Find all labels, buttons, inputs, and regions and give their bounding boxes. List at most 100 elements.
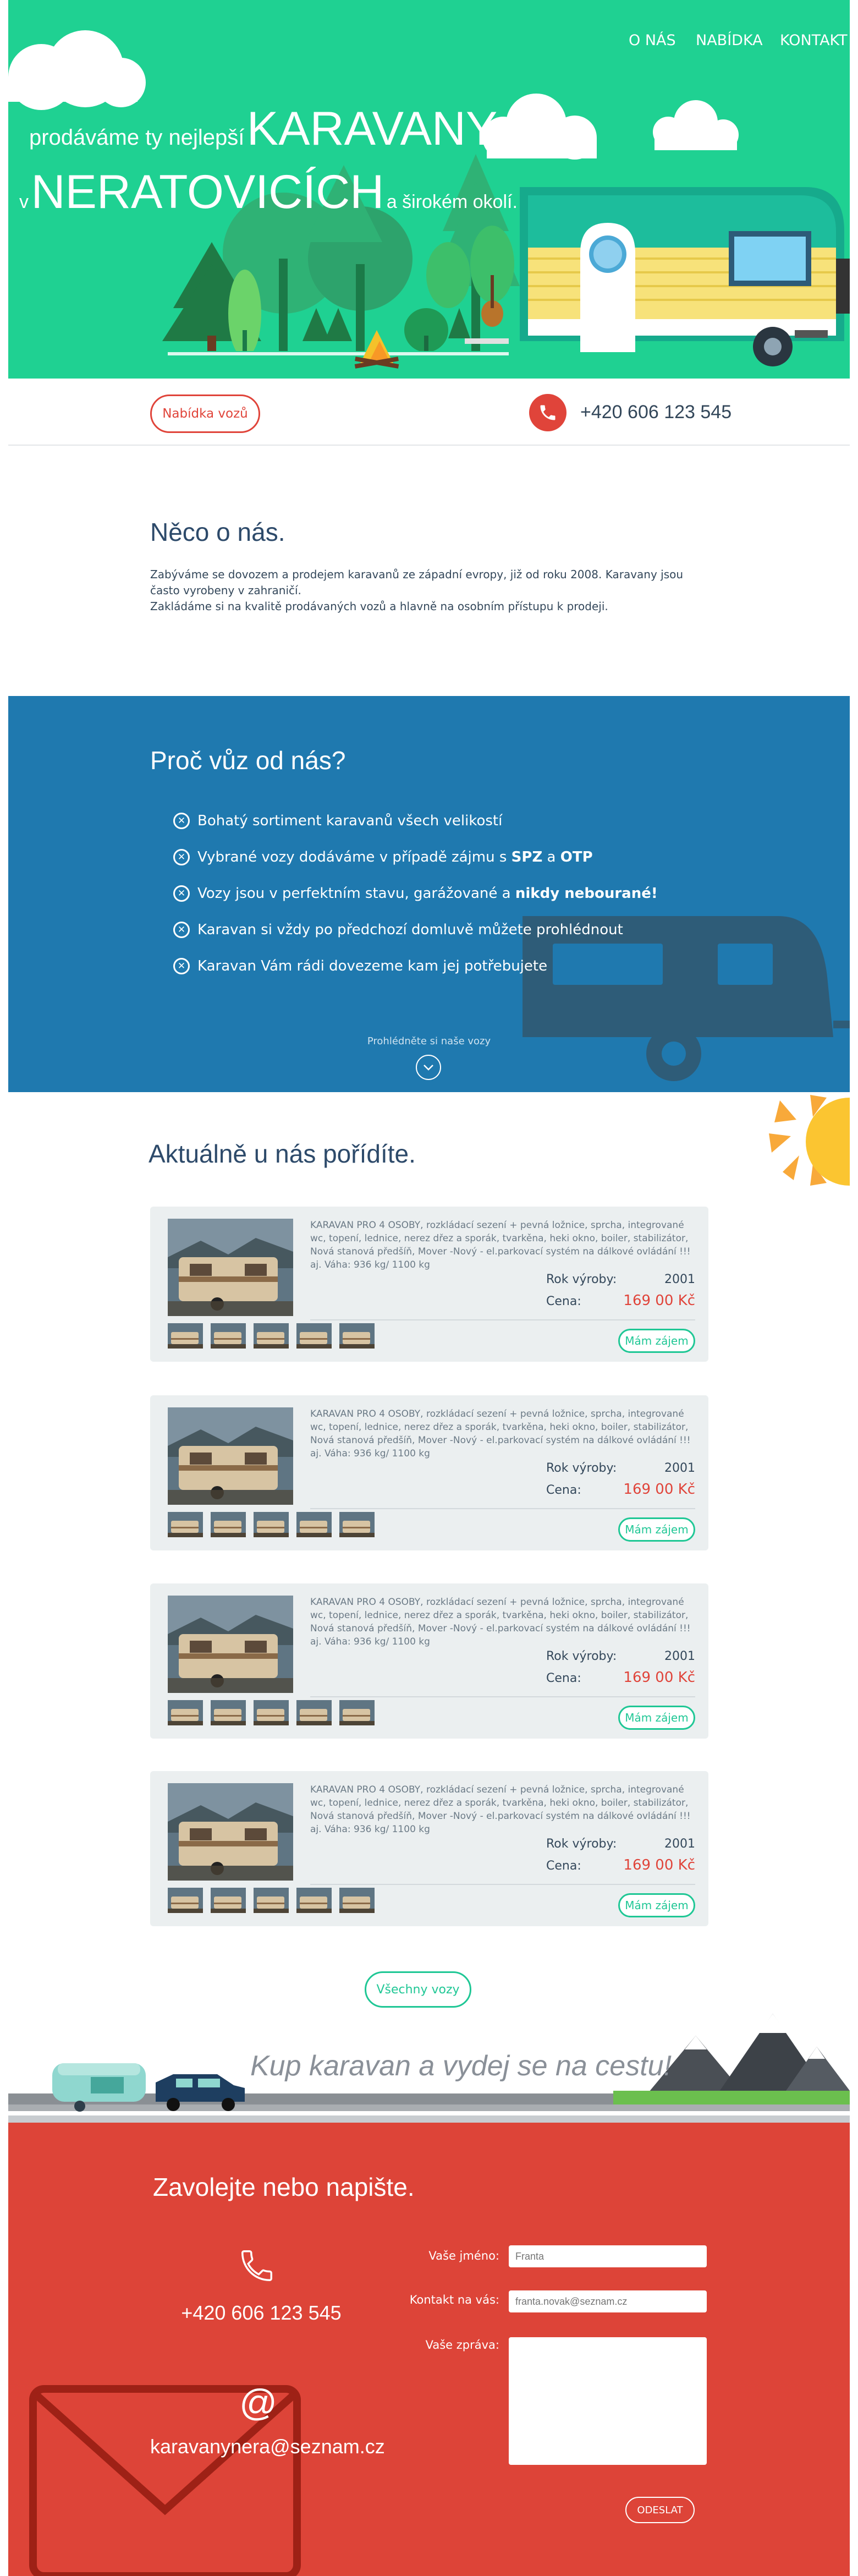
interest-button[interactable]: Mám zájem (618, 1517, 695, 1542)
hero-headline-line1: prodáváme ty nejlepší KARAVANY (29, 102, 497, 156)
banner-slogan: Kup karavan a vydej se na cestu! (250, 2050, 672, 2082)
price-label: Cena: (546, 1859, 581, 1873)
price-value: 169 00 Kč (623, 1669, 695, 1686)
listing-thumbnail[interactable] (296, 1700, 332, 1725)
listings-title: Aktuálně u nás pořídíte. (148, 1139, 416, 1168)
nav-contact[interactable]: KONTAKT (780, 32, 848, 49)
interest-button[interactable]: Mám zájem (618, 1706, 695, 1730)
cloud-right (653, 100, 739, 150)
why-title: Proč vůz od nás? (150, 746, 346, 775)
listing-card: KARAVAN PRO 4 OSOBY, rozkládací sezení +… (150, 1207, 708, 1362)
listing-photo[interactable] (168, 1783, 293, 1881)
browse-label[interactable]: Prohlédněte si naše vozy (366, 1035, 492, 1047)
year-label: Rok výroby: (546, 1837, 617, 1851)
listing-thumbnail[interactable] (254, 1512, 289, 1537)
price-label: Cena: (546, 1483, 581, 1497)
phone-icon (241, 2250, 272, 2282)
chevron-down-icon[interactable] (416, 1055, 441, 1080)
offers-button[interactable]: Nabídka vozů (150, 394, 260, 433)
name-label: Vaše jméno: (428, 2249, 499, 2262)
year-value: 2001 (664, 1461, 695, 1475)
listing-thumbnail[interactable] (168, 1700, 203, 1725)
listing-thumbnail[interactable] (339, 1512, 375, 1537)
listing-thumbnail[interactable] (254, 1700, 289, 1725)
listing-photo[interactable] (168, 1219, 293, 1316)
listing-thumbnail[interactable] (168, 1888, 203, 1913)
listing-description: KARAVAN PRO 4 OSOBY, rozkládací sezení +… (310, 1220, 691, 1270)
price-label: Cena: (546, 1671, 581, 1685)
divider (310, 1696, 695, 1697)
x-circle-icon: ✕ (173, 885, 190, 902)
price-label: Cena: (546, 1295, 581, 1308)
listing-photo[interactable] (168, 1596, 293, 1693)
about-text-1: Zabýváme se dovozem a prodejem karavanů … (150, 568, 684, 597)
hero-line2-small: v (19, 191, 29, 212)
year-label: Rok výroby: (546, 1461, 617, 1475)
hero-line1-big: KARAVANY (246, 102, 498, 155)
cloud-middle (482, 94, 597, 160)
contact-label: Kontakt na vás: (409, 2293, 499, 2306)
divider (310, 1884, 695, 1885)
price-value: 169 00 Kč (623, 1857, 695, 1873)
contact-field[interactable] (509, 2290, 707, 2312)
phone-icon (529, 394, 566, 431)
message-label: Vaše zpráva: (425, 2338, 499, 2352)
listing-thumbnail[interactable] (339, 1700, 375, 1725)
year-value: 2001 (664, 1649, 695, 1663)
interest-button[interactable]: Mám zájem (618, 1329, 695, 1353)
contact-phone[interactable]: +420 606 123 545 (173, 2301, 349, 2325)
year-label: Rok výroby: (546, 1649, 617, 1663)
why-section: Proč vůz od nás? ✕ Bohatý sortiment kara… (8, 696, 850, 1092)
interest-button[interactable]: Mám zájem (618, 1893, 695, 1917)
year-value: 2001 (664, 1837, 695, 1851)
message-field[interactable] (509, 2337, 707, 2465)
listing-card: KARAVAN PRO 4 OSOBY, rozkládací sezení +… (150, 1771, 708, 1926)
listing-thumbnail[interactable] (296, 1323, 332, 1349)
listing-thumbnail[interactable] (254, 1888, 289, 1913)
listing-thumbnail[interactable] (168, 1323, 203, 1349)
divider (310, 1508, 695, 1509)
x-circle-icon: ✕ (173, 813, 190, 829)
hero-line2-big: NERATOVICÍCH (31, 166, 384, 218)
nav-offers[interactable]: NABÍDKA (696, 32, 763, 49)
listing-thumbnail[interactable] (296, 1888, 332, 1913)
nav-about[interactable]: O NÁS (629, 32, 676, 49)
about-title: Něco o nás. (150, 518, 285, 546)
listing-photo[interactable] (168, 1407, 293, 1505)
year-label: Rok výroby: (546, 1273, 617, 1286)
hero-section: O NÁS NABÍDKA KONTAKT prodáváme ty nejle… (8, 0, 850, 379)
contact-section: Zavolejte nebo napište. +420 606 123 545… (8, 2123, 850, 2576)
about-text-2: Zakládáme si na kvalitě prodávaných vozů… (150, 600, 608, 613)
name-field[interactable] (509, 2245, 707, 2267)
why-item: ✕ Vybrané vozy dodáváme v případě zájmu … (173, 849, 593, 865)
why-item: ✕ Karavan si vždy po předchozí domluvě m… (173, 922, 623, 938)
why-item: ✕ Vozy jsou v perfektním stavu, garážova… (173, 885, 658, 902)
x-circle-icon: ✕ (173, 849, 190, 865)
divider (8, 445, 850, 446)
listing-thumbnail[interactable] (339, 1323, 375, 1349)
listing-thumbnail[interactable] (211, 1512, 246, 1537)
listing-description: KARAVAN PRO 4 OSOBY, rozkládací sezení +… (310, 1784, 691, 1835)
sun-icon (769, 1095, 850, 1186)
header-phone-number[interactable]: +420 606 123 545 (580, 402, 732, 423)
cloud-left (8, 30, 146, 110)
about-text: Zabýváme se dovozem a prodejem karavanů … (150, 567, 706, 615)
listing-description: KARAVAN PRO 4 OSOBY, rozkládací sezení +… (310, 1597, 691, 1647)
listing-thumbnail[interactable] (168, 1512, 203, 1537)
hero-line2-tail: a širokém okolí. (386, 191, 518, 212)
price-value: 169 00 Kč (623, 1292, 695, 1309)
why-item: ✕ Bohatý sortiment karavanů všech veliko… (173, 813, 502, 829)
contact-title: Zavolejte nebo napište. (153, 2173, 415, 2201)
listing-thumbnail[interactable] (211, 1888, 246, 1913)
listing-thumbnail[interactable] (211, 1323, 246, 1349)
send-button[interactable]: ODESLAT (625, 2497, 695, 2523)
contact-email[interactable]: karavanynera@seznam.cz (150, 2435, 385, 2458)
listing-thumbnail[interactable] (254, 1323, 289, 1349)
listing-card: KARAVAN PRO 4 OSOBY, rozkládací sezení +… (150, 1395, 708, 1550)
at-icon: @ (239, 2382, 278, 2424)
why-item: ✕ Karavan Vám rádi dovezeme kam jej potř… (173, 958, 547, 974)
price-value: 169 00 Kč (623, 1481, 695, 1498)
listing-thumbnail[interactable] (296, 1512, 332, 1537)
listing-thumbnail[interactable] (211, 1700, 246, 1725)
listing-thumbnail[interactable] (339, 1888, 375, 1913)
